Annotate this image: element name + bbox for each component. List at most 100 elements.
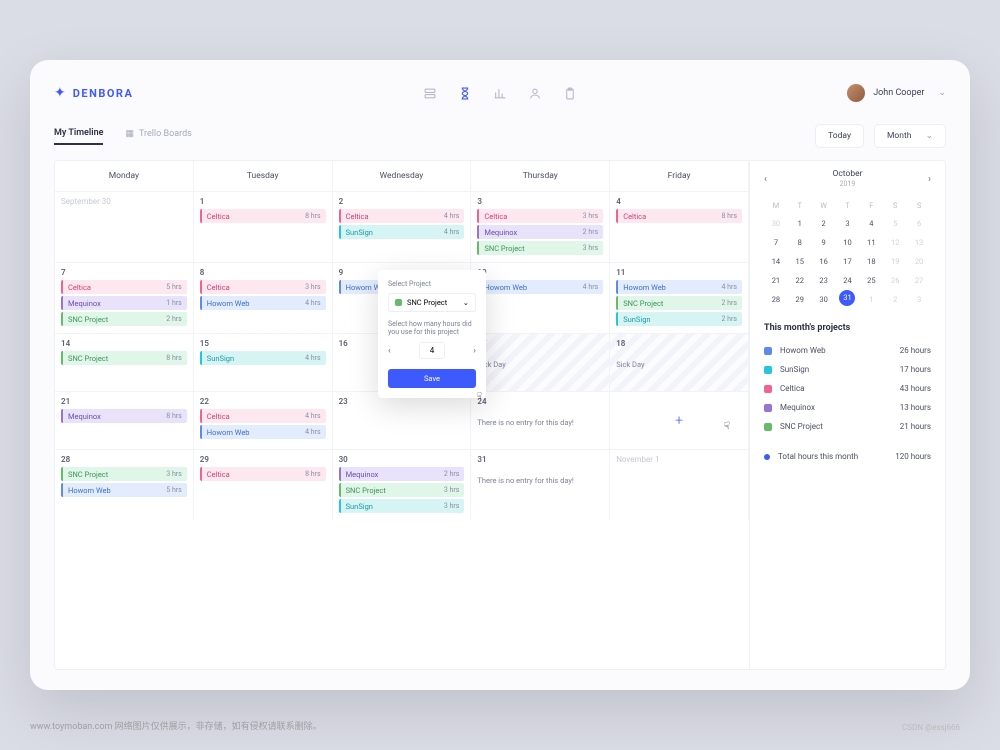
mini-day[interactable]: 1 [859,290,883,309]
calendar-cell[interactable]: 21Mequinox8 hrs [55,391,194,449]
time-entry[interactable]: SNC Project2 hrs [61,312,187,326]
mini-day[interactable]: 19 [883,252,907,271]
time-entry[interactable]: Celtica3 hrs [477,209,603,223]
calendar-cell[interactable]: 30Mequinox2 hrsSNC Project3 hrsSunSign3 … [333,449,472,520]
mini-day[interactable]: 13 [907,233,931,252]
mini-day[interactable]: 2 [883,290,907,309]
mini-day[interactable]: 12 [883,233,907,252]
mini-day[interactable]: 10 [836,233,860,252]
tab-timeline[interactable]: My Timeline [54,128,103,145]
mini-day[interactable]: 14 [764,252,788,271]
add-entry-button[interactable]: + [675,413,683,429]
clipboard-icon[interactable] [564,87,577,100]
mini-day[interactable]: 18 [859,252,883,271]
time-entry[interactable]: SunSign4 hrs [200,351,326,365]
calendar-cell[interactable]: 23 [333,391,472,449]
mini-day[interactable]: 4 [859,214,883,233]
project-select[interactable]: SNC Project ⌄ [388,293,476,312]
time-entry[interactable]: Howom Web4 hrs [200,425,326,439]
calendar-cell[interactable]: +☟ [610,391,749,449]
increase-button[interactable]: › [473,346,476,356]
mini-day[interactable]: 6 [907,214,931,233]
mini-day[interactable]: 20 [907,252,931,271]
mini-day[interactable]: 28 [764,290,788,309]
view-select[interactable]: Month⌄ [874,124,946,148]
mini-day[interactable]: 16 [812,252,836,271]
mini-day[interactable]: 7 [764,233,788,252]
time-entry[interactable]: Howom Web4 hrs [477,280,603,294]
next-month-button[interactable]: › [928,174,931,185]
mini-day[interactable]: 3 [907,290,931,309]
tab-trello[interactable]: ▦Trello Boards [125,128,191,145]
time-entry[interactable]: Howom Web4 hrs [616,280,742,294]
mini-day[interactable]: 31 [839,290,855,306]
mini-day[interactable]: 23 [812,271,836,290]
calendar-cell[interactable]: 2Celtica4 hrsSunSign4 hrs [333,191,472,262]
today-button[interactable]: Today [815,124,864,148]
mini-day[interactable]: 21 [764,271,788,290]
time-entry[interactable]: SunSign4 hrs [339,225,465,239]
mini-day[interactable]: 3 [836,214,860,233]
mini-day[interactable]: 29 [788,290,812,309]
mini-day[interactable]: 26 [883,271,907,290]
time-entry[interactable]: SNC Project3 hrs [339,483,465,497]
mini-day[interactable]: 30 [764,214,788,233]
time-entry[interactable]: SNC Project2 hrs [616,296,742,310]
mini-day[interactable]: 22 [788,271,812,290]
time-entry[interactable]: Howom Web4 hrs [200,296,326,310]
time-entry[interactable]: Mequinox1 hrs [61,296,187,310]
time-entry[interactable]: Mequinox2 hrs [477,225,603,239]
calendar-cell[interactable]: September 30 [55,191,194,262]
time-entry[interactable]: Celtica4 hrs [339,209,465,223]
time-entry[interactable]: SunSign2 hrs [616,312,742,326]
prev-month-button[interactable]: ‹ [764,174,767,185]
mini-day[interactable]: 2 [812,214,836,233]
time-entry[interactable]: SNC Project8 hrs [61,351,187,365]
calendar-cell[interactable]: 11Howom Web4 hrsSNC Project2 hrsSunSign2… [610,262,749,333]
time-entry[interactable]: Celtica8 hrs [200,467,326,481]
save-button[interactable]: Save [388,369,476,388]
user-menu[interactable]: John Cooper ⌄ [847,84,946,102]
hours-value[interactable]: 4 [419,342,446,359]
time-entry[interactable]: Howom Web5 hrs [61,483,187,497]
timer-icon[interactable] [459,87,472,100]
calendar-cell[interactable]: November 1 [610,449,749,520]
calendar-cell[interactable]: 1Celtica8 hrs [194,191,333,262]
time-entry[interactable]: SNC Project3 hrs [477,241,603,255]
calendar-cell[interactable]: 15SunSign4 hrs [194,333,333,391]
calendar-cell[interactable]: 31There is no entry for this day! [471,449,610,520]
calendar-cell[interactable]: 8Celtica3 hrsHowom Web4 hrs [194,262,333,333]
time-entry[interactable]: SunSign3 hrs [339,499,465,513]
calendar-cell[interactable]: 24There is no entry for this day! [471,391,610,449]
time-entry[interactable]: Celtica3 hrs [200,280,326,294]
time-entry[interactable]: SNC Project3 hrs [61,467,187,481]
time-entry[interactable]: Celtica8 hrs [616,209,742,223]
mini-day[interactable]: 8 [788,233,812,252]
time-entry[interactable]: Celtica8 hrs [200,209,326,223]
calendar-cell[interactable]: 22Celtica4 hrsHowom Web4 hrs [194,391,333,449]
calendar-cell[interactable]: 7Celtica5 hrsMequinox1 hrsSNC Project2 h… [55,262,194,333]
layout-icon[interactable] [424,87,437,100]
calendar-cell[interactable]: 4Celtica8 hrs [610,191,749,262]
chart-icon[interactable] [494,87,507,100]
time-entry[interactable]: Celtica4 hrs [200,409,326,423]
mini-day[interactable]: 1 [788,214,812,233]
decrease-button[interactable]: ‹ [388,346,391,356]
calendar-cell[interactable]: 28SNC Project3 hrsHowom Web5 hrs [55,449,194,520]
time-entry[interactable]: Celtica5 hrs [61,280,187,294]
mini-day[interactable]: 30 [812,290,836,309]
mini-day[interactable]: 25 [859,271,883,290]
mini-day[interactable]: 27 [907,271,931,290]
calendar-cell[interactable]: 29Celtica8 hrs [194,449,333,520]
time-entry[interactable]: Mequinox8 hrs [61,409,187,423]
calendar-cell[interactable]: 3Celtica3 hrsMequinox2 hrsSNC Project3 h… [471,191,610,262]
mini-day[interactable]: 24 [836,271,860,290]
mini-day[interactable]: 15 [788,252,812,271]
calendar-cell[interactable]: 10Howom Web4 hrs [471,262,610,333]
calendar-cell[interactable]: 14SNC Project8 hrs [55,333,194,391]
time-entry[interactable]: Mequinox2 hrs [339,467,465,481]
calendar-cell[interactable]: 18Sick Day [610,333,749,391]
mini-day[interactable]: 5 [883,214,907,233]
user-icon[interactable] [529,87,542,100]
mini-day[interactable]: 9 [812,233,836,252]
